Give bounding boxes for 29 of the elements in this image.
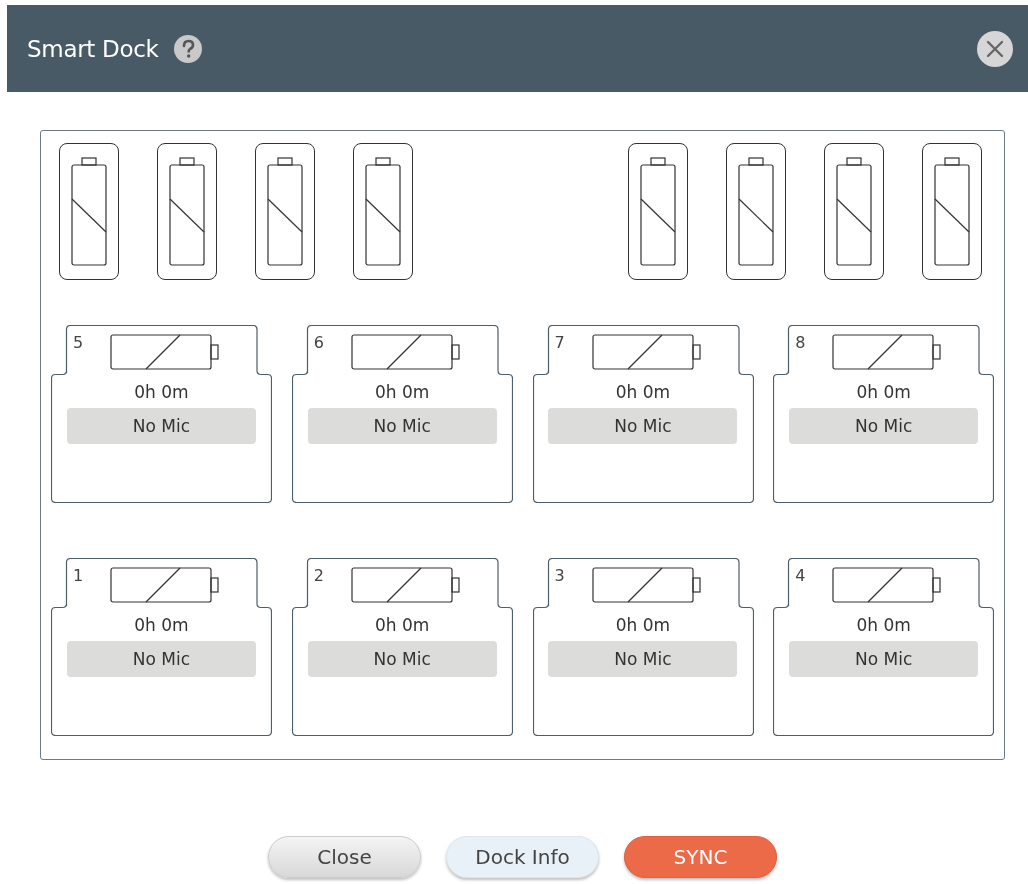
mic-status: No Mic	[548, 641, 738, 677]
mic-status: No Mic	[548, 408, 738, 444]
charge-time: 0h 0m	[134, 382, 189, 402]
charge-time: 0h 0m	[134, 615, 189, 635]
slot-number: 7	[554, 333, 565, 352]
slot-number: 8	[795, 333, 806, 352]
charge-time: 0h 0m	[615, 615, 671, 635]
close-button[interactable]: Close	[268, 836, 421, 878]
close-icon[interactable]	[976, 29, 1014, 68]
mic-status: No Mic	[789, 408, 979, 444]
mic-status: No Mic	[66, 408, 256, 444]
mic-status: No Mic	[789, 641, 979, 677]
mic-status: No Mic	[307, 408, 497, 444]
slot-number: 1	[73, 566, 84, 585]
charge-time: 0h 0m	[856, 382, 911, 402]
slot-number: 4	[795, 566, 806, 585]
slot-number: 5	[73, 333, 84, 352]
charge-time: 0h 0m	[615, 382, 671, 402]
window-title: Smart Dock	[27, 35, 159, 62]
charge-time: 0h 0m	[374, 615, 430, 635]
slot-number: 3	[554, 566, 565, 585]
mic-status: No Mic	[307, 641, 497, 677]
mic-status: No Mic	[66, 641, 256, 677]
help-icon[interactable]	[172, 33, 203, 64]
dock-info-button[interactable]: Dock Info	[446, 836, 599, 878]
slot-number: 6	[313, 333, 324, 352]
charge-time: 0h 0m	[374, 382, 430, 402]
slot-number: 2	[313, 566, 324, 585]
charge-time: 0h 0m	[856, 615, 911, 635]
